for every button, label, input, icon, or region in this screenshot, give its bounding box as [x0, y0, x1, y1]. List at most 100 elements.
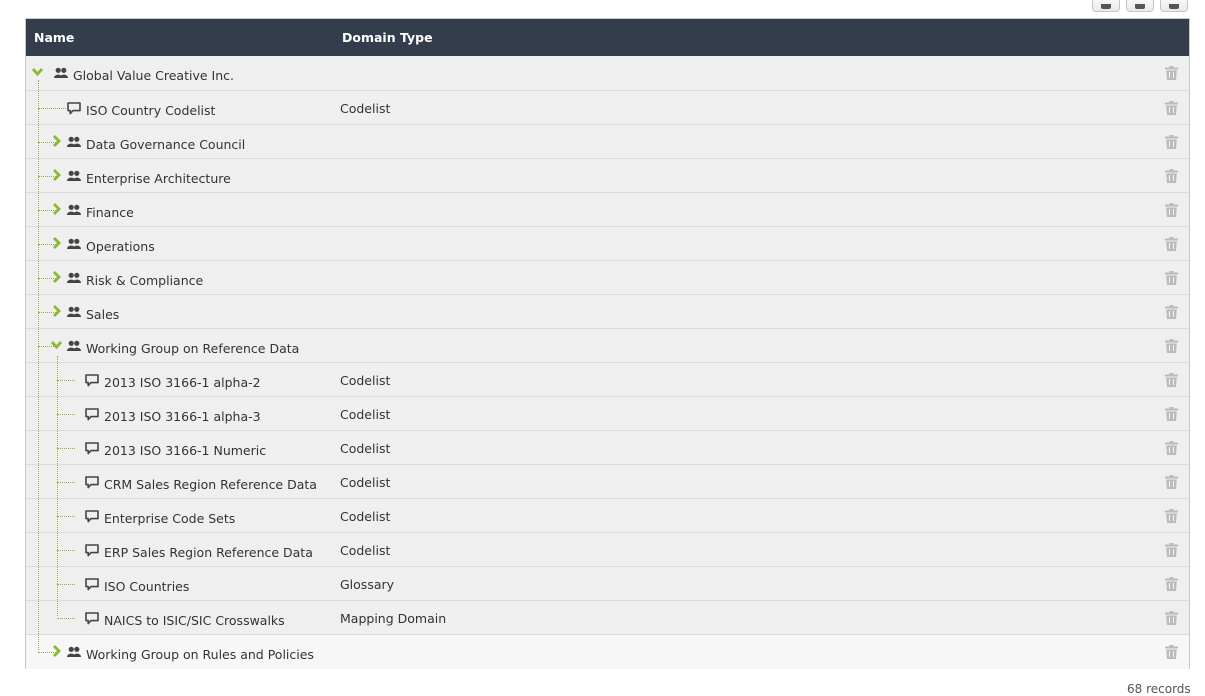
delete-button[interactable] — [1165, 543, 1178, 557]
trash-icon — [1165, 577, 1178, 591]
community-name[interactable]: Finance — [86, 205, 134, 220]
community-name[interactable]: Working Group on Rules and Policies — [86, 647, 314, 662]
chevron-right-icon[interactable] — [51, 169, 62, 181]
table-row[interactable]: Finance — [26, 193, 1189, 227]
community-name[interactable]: Risk & Compliance — [86, 273, 203, 288]
table-row[interactable]: CRM Sales Region Reference Data Codelist — [26, 465, 1189, 499]
domain-name[interactable]: CRM Sales Region Reference Data — [104, 477, 317, 492]
add-icon — [1169, 4, 1179, 9]
community-icon — [67, 272, 81, 283]
community-name[interactable]: Data Governance Council — [86, 137, 245, 152]
chevron-right-icon[interactable] — [51, 305, 62, 317]
chevron-down-icon[interactable] — [51, 339, 62, 351]
chevron-down-icon[interactable] — [32, 66, 43, 78]
table-row[interactable]: Data Governance Council — [26, 125, 1189, 159]
domain-icon-wrap — [85, 612, 99, 628]
community-name[interactable]: Sales — [86, 307, 119, 322]
domain-icon-wrap — [85, 374, 99, 390]
trash-icon — [1165, 339, 1178, 353]
delete-button[interactable] — [1165, 271, 1178, 285]
domain-icon-wrap — [85, 442, 99, 458]
table-row[interactable]: 2013 ISO 3166-1 alpha-2 Codelist — [26, 363, 1189, 397]
delete-button[interactable] — [1165, 135, 1178, 149]
delete-button[interactable] — [1165, 645, 1178, 659]
edit-button[interactable] — [1126, 0, 1154, 12]
domain-icon — [85, 578, 99, 591]
domain-name[interactable]: 2013 ISO 3166-1 alpha-3 — [104, 409, 261, 424]
community-icon-wrap — [67, 238, 81, 253]
delete-button[interactable] — [1165, 611, 1178, 625]
domain-name[interactable]: 2013 ISO 3166-1 Numeric — [104, 443, 266, 458]
community-icon — [67, 340, 81, 351]
edit-button[interactable] — [1092, 0, 1120, 12]
table-row[interactable]: ERP Sales Region Reference Data Codelist — [26, 533, 1189, 567]
domain-icon-wrap — [67, 102, 81, 118]
community-icon — [54, 67, 68, 78]
column-header-name[interactable]: Name — [34, 30, 74, 45]
table-row[interactable]: Risk & Compliance — [26, 261, 1189, 295]
table-row[interactable]: 2013 ISO 3166-1 Numeric Codelist — [26, 431, 1189, 465]
community-icon — [67, 204, 81, 215]
delete-button[interactable] — [1165, 577, 1178, 591]
table-row[interactable]: Sales — [26, 295, 1189, 329]
trash-icon — [1165, 543, 1178, 557]
tree-connector — [57, 414, 75, 415]
table-row[interactable]: NAICS to ISIC/SIC Crosswalks Mapping Doma… — [26, 601, 1189, 635]
domain-name[interactable]: Enterprise Code Sets — [104, 511, 235, 526]
domain-name[interactable]: ERP Sales Region Reference Data — [104, 545, 313, 560]
domain-name[interactable]: ISO Country Codelist — [86, 103, 215, 118]
trash-icon — [1165, 169, 1178, 183]
table-body: Global Value Creative Inc. ISO Country Co… — [26, 56, 1189, 669]
community-name[interactable]: Enterprise Architecture — [86, 171, 231, 186]
domain-name[interactable]: ISO Countries — [104, 579, 189, 594]
table-row[interactable]: Enterprise Code Sets Codelist — [26, 499, 1189, 533]
chevron-right-icon[interactable] — [51, 645, 62, 657]
delete-button[interactable] — [1165, 407, 1178, 421]
community-icon-wrap — [67, 170, 81, 185]
community-icon-wrap — [54, 67, 68, 82]
domain-type: Codelist — [340, 441, 391, 456]
chevron-right-icon[interactable] — [51, 237, 62, 249]
delete-button[interactable] — [1165, 237, 1178, 251]
table-row[interactable]: Global Value Creative Inc. — [26, 56, 1189, 91]
column-header-domain-type[interactable]: Domain Type — [342, 30, 433, 45]
tree-connector — [57, 584, 75, 585]
trash-icon — [1165, 509, 1178, 523]
domain-icon — [85, 374, 99, 387]
delete-button[interactable] — [1165, 373, 1178, 387]
table-row[interactable]: ISO Country Codelist Codelist — [26, 91, 1189, 125]
delete-button[interactable] — [1165, 169, 1178, 183]
table-row[interactable]: Enterprise Architecture — [26, 159, 1189, 193]
tree-connector — [57, 380, 75, 381]
domain-icon-wrap — [85, 578, 99, 594]
delete-button[interactable] — [1165, 101, 1178, 115]
delete-button[interactable] — [1165, 339, 1178, 353]
domain-name[interactable]: NAICS to ISIC/SIC Crosswalks — [104, 613, 285, 628]
delete-button[interactable] — [1165, 509, 1178, 523]
table-header: Name Domain Type — [26, 19, 1189, 56]
community-icon — [67, 136, 81, 147]
community-name[interactable]: Global Value Creative Inc. — [73, 68, 234, 83]
table-row[interactable]: 2013 ISO 3166-1 alpha-3 Codelist — [26, 397, 1189, 431]
table-row[interactable]: Working Group on Reference Data — [26, 329, 1189, 363]
chevron-right-icon[interactable] — [51, 271, 62, 283]
domain-name[interactable]: 2013 ISO 3166-1 alpha-2 — [104, 375, 261, 390]
delete-button[interactable] — [1165, 475, 1178, 489]
table-row[interactable]: ISO Countries Glossary — [26, 567, 1189, 601]
tree-connector — [57, 448, 75, 449]
domain-type: Codelist — [340, 373, 391, 388]
delete-button[interactable] — [1165, 305, 1178, 319]
table-row[interactable]: Operations — [26, 227, 1189, 261]
add-button[interactable] — [1160, 0, 1188, 12]
chevron-right-icon[interactable] — [51, 135, 62, 147]
community-name[interactable]: Working Group on Reference Data — [86, 341, 299, 356]
edit-icon — [1101, 4, 1111, 9]
delete-button[interactable] — [1165, 66, 1178, 80]
community-name[interactable]: Operations — [86, 239, 155, 254]
table-row[interactable]: Working Group on Rules and Policies — [26, 635, 1189, 669]
domain-type: Codelist — [340, 101, 391, 116]
chevron-right-icon[interactable] — [51, 203, 62, 215]
delete-button[interactable] — [1165, 203, 1178, 217]
tree-connector — [57, 550, 75, 551]
delete-button[interactable] — [1165, 441, 1178, 455]
